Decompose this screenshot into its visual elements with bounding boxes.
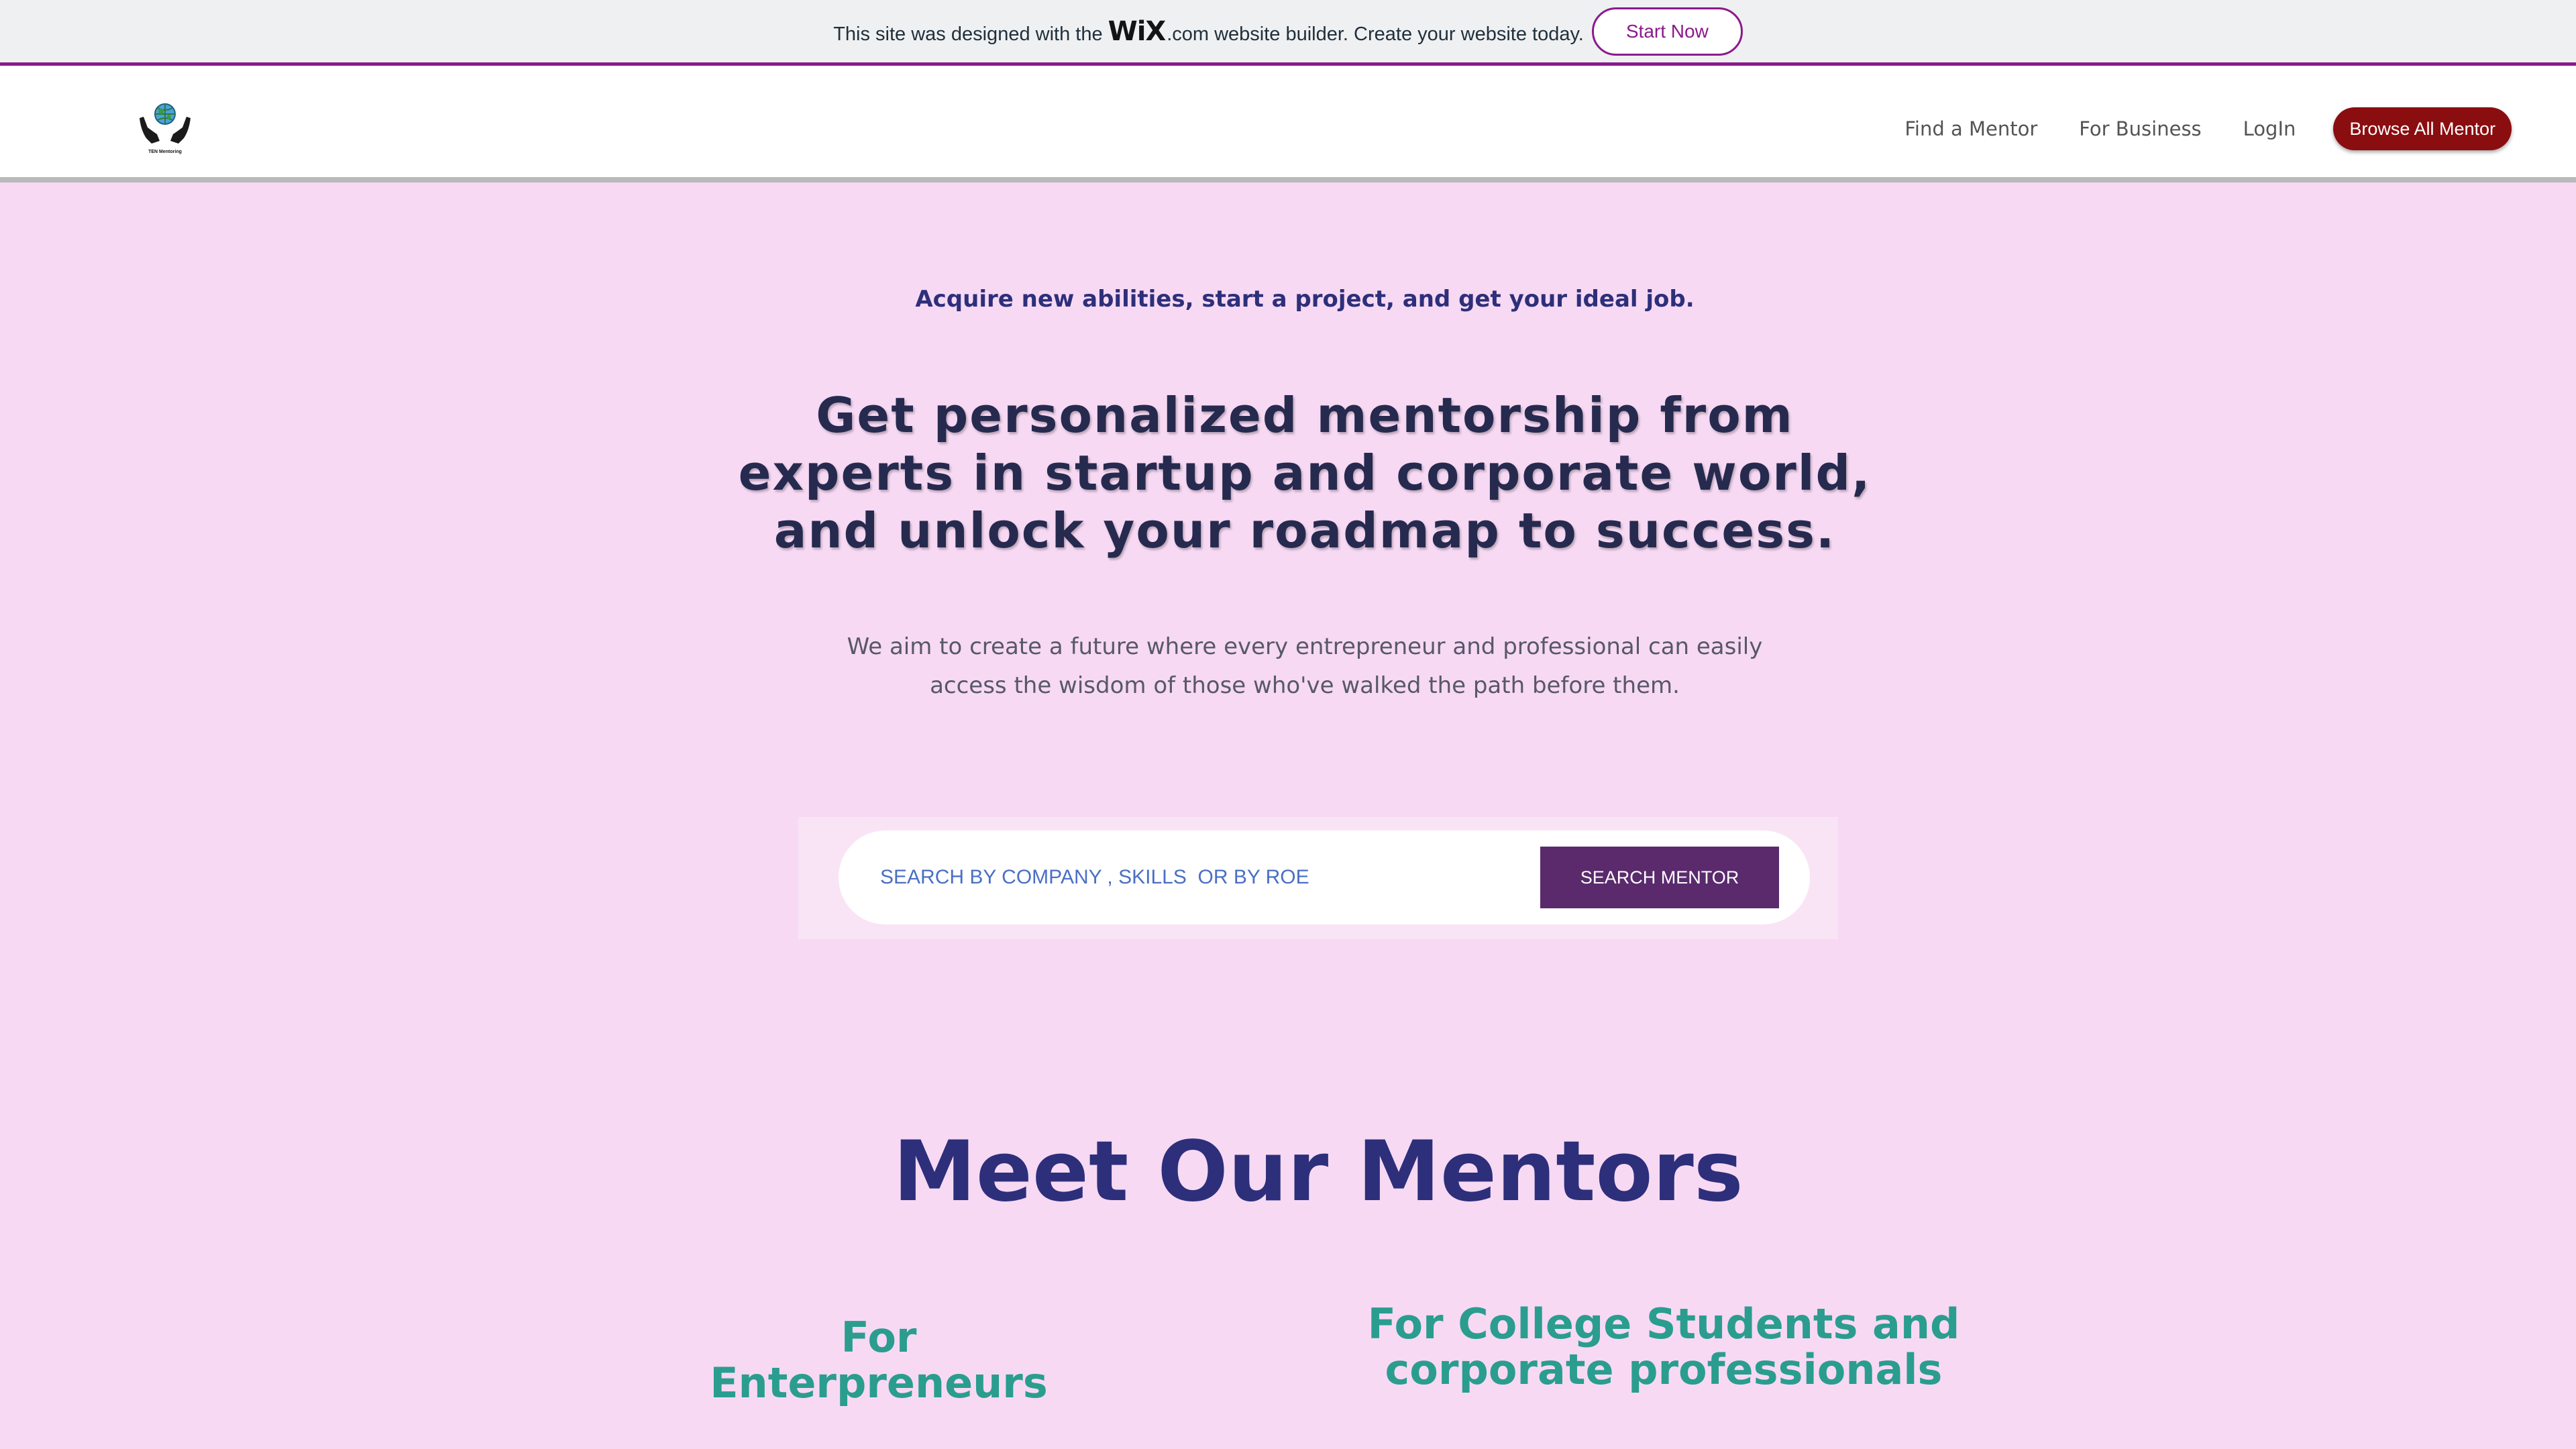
wix-logo-suffix: .com — [1167, 23, 1210, 45]
wix-logo: WiX — [1108, 15, 1167, 47]
wix-promo-banner: This site was designed with the WiX .com… — [0, 0, 2576, 66]
browse-all-mentor-button[interactable]: Browse All Mentor — [2333, 107, 2512, 150]
wix-banner-text: This site was designed with the WiX .com… — [833, 16, 1584, 47]
nav-login[interactable]: LogIn — [2243, 117, 2296, 140]
mentors-section-title: Meet Our Mentors — [893, 1124, 1743, 1220]
wix-banner-text-after: website builder. Create your website tod… — [1214, 23, 1584, 45]
hero-tagline: Acquire new abilities, start a project, … — [915, 286, 1695, 313]
entrepreneurs-heading: For Enterpreneurs — [710, 1313, 1048, 1407]
site-logo[interactable]: TEN Mentoring — [137, 101, 193, 154]
wix-banner-text-before: This site was designed with the — [833, 23, 1103, 45]
site-header: TEN Mentoring Find a Mentor For Business… — [0, 66, 2576, 182]
nav-for-business[interactable]: For Business — [2079, 117, 2201, 140]
search-mentor-button[interactable]: SEARCH MENTOR — [1540, 847, 1779, 908]
hero-headline: Get personalized mentorship from experts… — [738, 387, 1872, 559]
nav-find-a-mentor[interactable]: Find a Mentor — [1904, 117, 2037, 140]
search-input[interactable] — [880, 857, 1511, 898]
main-nav: Find a Mentor For Business LogIn Browse … — [1904, 107, 2512, 150]
hands-holding-globe-icon — [140, 103, 191, 144]
students-professionals-heading: For College Students and corporate profe… — [1367, 1299, 1960, 1394]
hero-subtext: We aim to create a future where every en… — [847, 633, 1763, 699]
logo-caption: TEN Mentoring — [148, 150, 182, 154]
start-now-button[interactable]: Start Now — [1591, 7, 1743, 56]
